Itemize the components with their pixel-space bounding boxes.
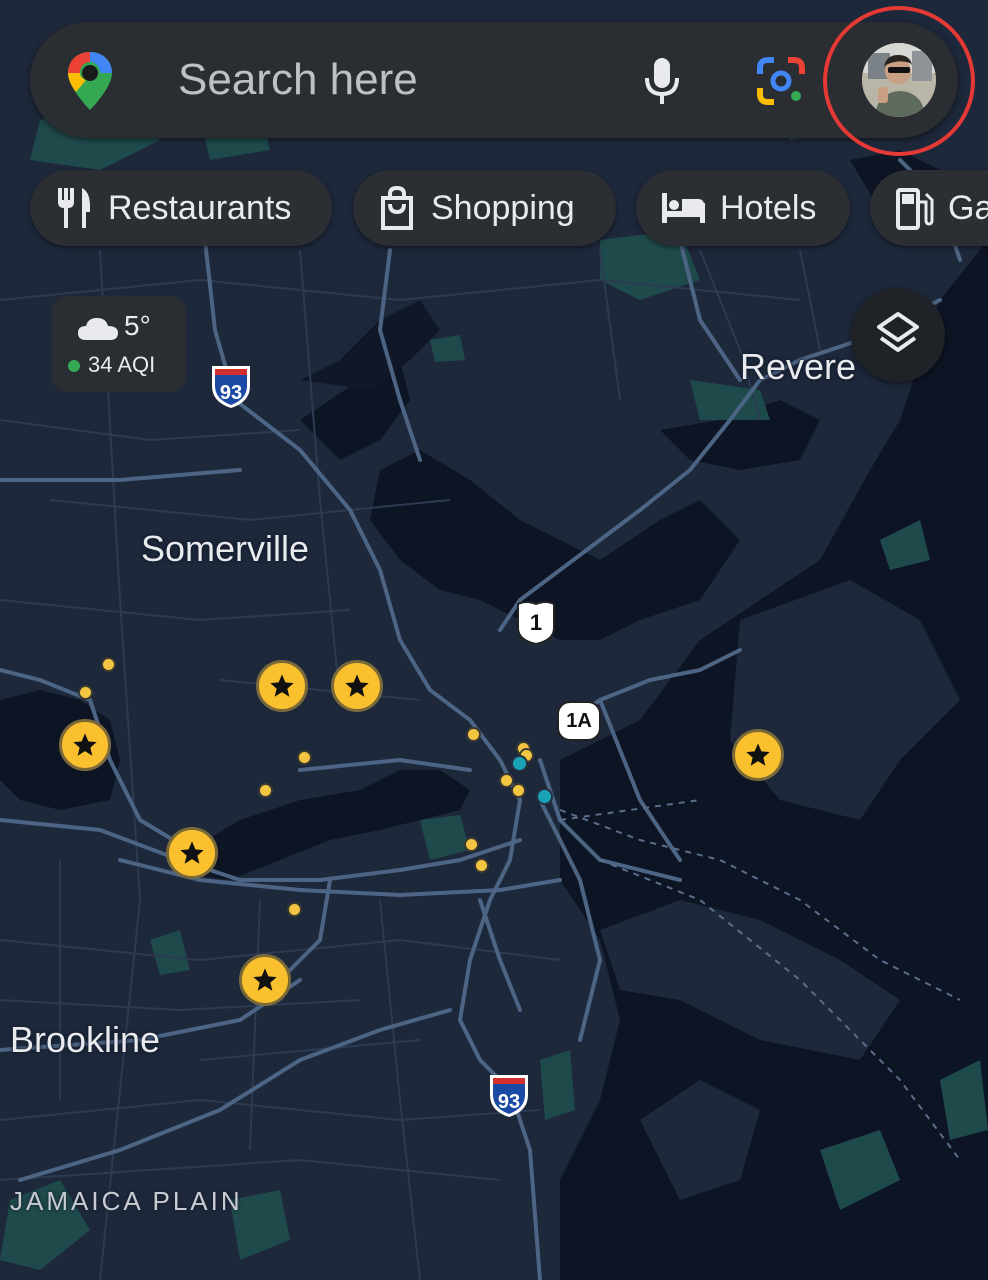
- us-route-1-label: 1: [529, 610, 543, 635]
- chip-restaurants[interactable]: Restaurants: [30, 170, 332, 246]
- bed-icon: [662, 193, 705, 223]
- starred-place-pin[interactable]: [166, 827, 218, 879]
- shopping-bag-icon: [381, 186, 413, 230]
- chip-shopping[interactable]: Shopping: [353, 170, 616, 246]
- route-1a-shield: 1A: [556, 700, 602, 742]
- chip-gas-label: Ga: [948, 188, 988, 227]
- saved-place-dot[interactable]: [297, 750, 312, 765]
- place-label-revere[interactable]: Revere: [740, 346, 856, 388]
- interstate-93-north-label: 93: [219, 381, 243, 404]
- route-1a-label: 1A: [566, 709, 592, 732]
- layers-icon: [877, 312, 919, 352]
- saved-place-dot[interactable]: [466, 727, 481, 742]
- cloud-icon: [78, 318, 118, 340]
- interstate-93-north-shield: 93: [210, 364, 252, 410]
- saved-place-dot[interactable]: [78, 685, 93, 700]
- star-icon: [180, 841, 204, 864]
- search-bar[interactable]: Search here: [30, 22, 958, 138]
- saved-place-dot[interactable]: [101, 657, 116, 672]
- map-layers-button[interactable]: [851, 288, 945, 382]
- weather-widget[interactable]: 5° 34 AQI: [52, 296, 186, 392]
- highlight-circle-annotation: [823, 6, 975, 156]
- starred-place-pin[interactable]: [732, 729, 784, 781]
- transit-dot[interactable]: [511, 755, 528, 772]
- saved-place-dot[interactable]: [464, 837, 479, 852]
- fork-knife-icon: [58, 188, 90, 228]
- interstate-93-south-label: 93: [497, 1090, 521, 1113]
- saved-place-dot[interactable]: [258, 783, 273, 798]
- star-icon: [345, 674, 369, 697]
- saved-place-dot[interactable]: [474, 858, 489, 873]
- starred-place-pin[interactable]: [331, 660, 383, 712]
- chip-shopping-label: Shopping: [431, 188, 575, 227]
- chip-hotels[interactable]: Hotels: [636, 170, 850, 246]
- google-lens-icon[interactable]: [756, 56, 806, 106]
- us-route-1-shield: 1: [514, 600, 558, 646]
- saved-place-dot[interactable]: [287, 902, 302, 917]
- weather-temperature: 5°: [124, 310, 151, 341]
- starred-place-pin[interactable]: [256, 660, 308, 712]
- star-icon: [253, 968, 277, 991]
- star-icon: [73, 733, 97, 756]
- chip-hotels-label: Hotels: [720, 188, 817, 227]
- microphone-icon[interactable]: [642, 56, 682, 108]
- star-icon: [746, 743, 770, 766]
- star-icon: [270, 674, 294, 697]
- chip-gas[interactable]: Ga: [870, 170, 988, 246]
- saved-place-dot[interactable]: [511, 783, 526, 798]
- place-label-somerville[interactable]: Somerville: [141, 528, 309, 570]
- chip-restaurants-label: Restaurants: [108, 188, 292, 227]
- transit-dot[interactable]: [536, 788, 553, 805]
- gas-pump-icon: [896, 188, 934, 230]
- place-label-brookline[interactable]: Brookline: [10, 1019, 160, 1061]
- starred-place-pin[interactable]: [59, 719, 111, 771]
- place-label-jamaica-plain[interactable]: JAMAICA PLAIN: [10, 1186, 243, 1217]
- aqi-status-dot: [68, 360, 80, 372]
- starred-place-pin[interactable]: [239, 954, 291, 1006]
- search-placeholder[interactable]: Search here: [178, 52, 418, 108]
- interstate-93-south-shield: 93: [488, 1072, 530, 1120]
- weather-aqi: 34 AQI: [88, 352, 156, 377]
- google-maps-logo-icon: [68, 52, 112, 110]
